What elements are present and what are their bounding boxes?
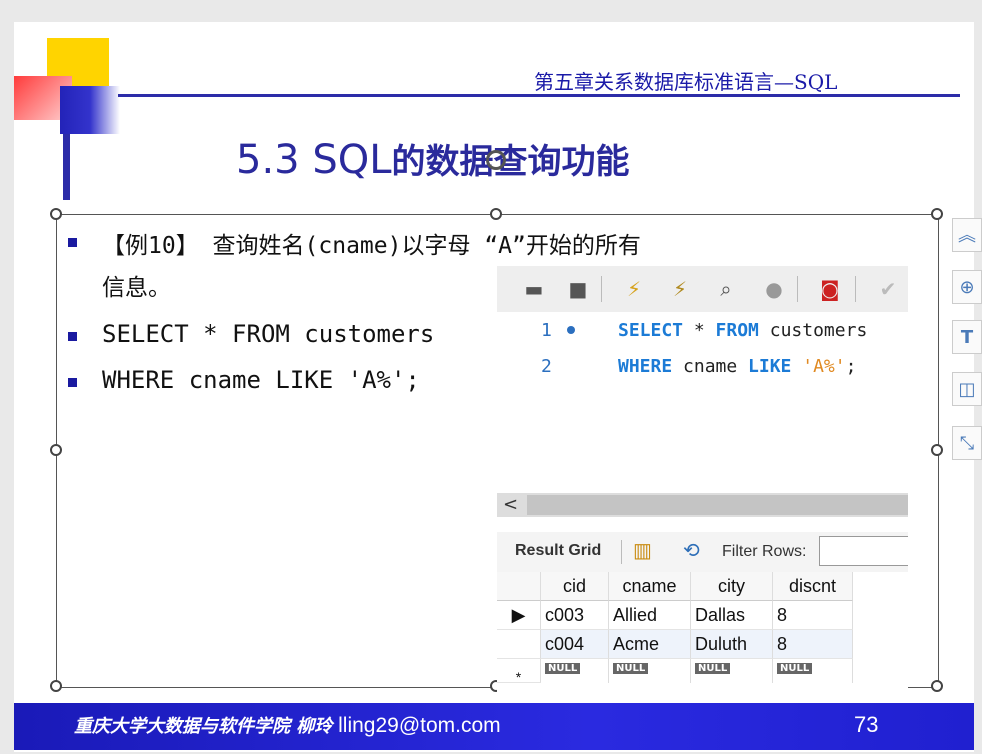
- scrollbar-thumb[interactable]: [527, 495, 908, 515]
- resize-handle-bottom-left[interactable]: [50, 680, 62, 692]
- line-number: 2: [541, 356, 552, 377]
- sql-keyword: WHERE: [618, 356, 673, 377]
- sql-editor[interactable]: 1 SELECT * FROM customers 2 WHERE cname …: [497, 312, 908, 492]
- execute-icon[interactable]: ⚡: [621, 276, 647, 302]
- crop-icon[interactable]: ⤡: [952, 426, 982, 460]
- title-suffix: 的数据查询功能: [391, 142, 630, 182]
- row-selector[interactable]: [497, 630, 541, 659]
- sql-token: *: [683, 320, 716, 341]
- bullet-text-line1: 【例10】 查询姓名(cname)以字母 “A”开始的所有: [102, 233, 641, 259]
- footer-school: 重庆大学大数据与软件学院 柳玲: [74, 716, 333, 737]
- null-badge: NULL: [545, 663, 581, 674]
- explain-icon[interactable]: ⌕: [713, 276, 739, 302]
- null-badge: NULL: [695, 663, 731, 674]
- table-cell[interactable]: 8: [773, 630, 853, 659]
- row-selector-icon[interactable]: ▶: [497, 601, 541, 630]
- sql-toolbar: ▬ ■ ⚡ ⚡ ⌕ ● ◙ ✔: [497, 266, 908, 312]
- decoration-blue-square: [60, 86, 120, 134]
- table-cell[interactable]: Acme: [609, 630, 691, 659]
- save-icon[interactable]: ■: [565, 276, 591, 302]
- sql-token: cname: [672, 356, 749, 377]
- row-header-corner: [497, 572, 541, 601]
- decoration-vertical-line: [63, 134, 70, 200]
- rotate-handle-icon[interactable]: [486, 150, 506, 170]
- table-cell[interactable]: Dallas: [691, 601, 773, 630]
- collapse-up-icon[interactable]: ︽: [952, 218, 982, 252]
- resize-handle-bottom-right[interactable]: [931, 680, 943, 692]
- resize-handle-middle-left[interactable]: [50, 444, 62, 456]
- sql-token: customers: [758, 320, 868, 341]
- stop-icon[interactable]: ●: [761, 276, 787, 302]
- resize-handle-top-center[interactable]: [490, 208, 502, 220]
- filter-rows-label: Filter Rows:: [722, 543, 807, 560]
- scroll-left-icon[interactable]: <: [503, 493, 518, 517]
- commit-icon[interactable]: ✔: [875, 276, 901, 302]
- page-number: 73: [854, 712, 879, 737]
- bullet-text: WHERE cname LIKE 'A%';: [102, 366, 420, 394]
- sql-token: ;: [845, 356, 857, 377]
- footer-credit: 重庆大学大数据与软件学院 柳玲 lling29@tom.com: [74, 712, 501, 738]
- table-cell[interactable]: Allied: [609, 601, 691, 630]
- sql-string: 'A%': [791, 356, 846, 377]
- null-cell[interactable]: NULL: [609, 659, 691, 683]
- table-cell[interactable]: 8: [773, 601, 853, 630]
- workbench-screenshot[interactable]: ▬ ■ ⚡ ⚡ ⌕ ● ◙ ✔ 1 SELECT * FROM customer…: [497, 266, 908, 706]
- horizontal-scrollbar[interactable]: <: [497, 493, 908, 517]
- chapter-header: 第五章关系数据库标准语言—SQL: [534, 70, 838, 94]
- resize-handle-middle-right[interactable]: [931, 444, 943, 456]
- toolbar-separator: [621, 540, 622, 564]
- bullet-text-line2: 信息。: [102, 275, 171, 301]
- shape-style-icon[interactable]: ◫: [952, 372, 982, 406]
- slide-footer: 重庆大学大数据与软件学院 柳玲 lling29@tom.com 73: [14, 703, 974, 750]
- null-badge: NULL: [777, 663, 813, 674]
- null-cell[interactable]: NULL: [541, 659, 609, 683]
- right-tool-panel: ︽ ⊕ T ◫ ⤡: [952, 214, 982, 494]
- filter-rows-input[interactable]: [819, 536, 908, 566]
- layout-options-icon[interactable]: ⊕: [952, 270, 982, 304]
- code-line-1: SELECT * FROM customers: [618, 320, 867, 341]
- resize-handle-top-right[interactable]: [931, 208, 943, 220]
- refresh-icon[interactable]: ⟲: [683, 538, 700, 563]
- sql-keyword: LIKE: [748, 356, 792, 377]
- column-header[interactable]: cid: [541, 572, 609, 601]
- bullet-marker-icon: [68, 238, 77, 247]
- toolbar-separator: [601, 276, 602, 302]
- title-prefix: 5.3 SQL: [236, 137, 392, 183]
- bullet-marker-icon: [68, 332, 77, 341]
- new-row-marker[interactable]: *: [497, 659, 541, 685]
- table-cell[interactable]: c004: [541, 630, 609, 659]
- null-badge: NULL: [613, 663, 649, 674]
- result-grid-tab[interactable]: Result Grid: [515, 542, 601, 560]
- column-header[interactable]: discnt: [773, 572, 853, 601]
- column-header[interactable]: city: [691, 572, 773, 601]
- table-cell[interactable]: c003: [541, 601, 609, 630]
- toggle-error-icon[interactable]: ◙: [817, 276, 843, 302]
- current-line-marker-icon: [567, 326, 575, 334]
- grid-view-icon[interactable]: ▥: [633, 538, 652, 563]
- toolbar-separator: [855, 276, 856, 302]
- header-divider: [118, 94, 960, 97]
- sql-keyword: FROM: [715, 320, 759, 341]
- column-header[interactable]: cname: [609, 572, 691, 601]
- bullet-text: SELECT * FROM customers: [102, 320, 435, 348]
- footer-email: lling29@tom.com: [338, 714, 501, 737]
- folder-icon[interactable]: ▬: [521, 276, 547, 302]
- table-cell[interactable]: Duluth: [691, 630, 773, 659]
- text-box-icon[interactable]: T: [952, 320, 982, 354]
- null-cell[interactable]: NULL: [773, 659, 853, 683]
- sql-keyword: SELECT: [618, 320, 684, 341]
- execute-current-icon[interactable]: ⚡: [667, 276, 693, 302]
- bullet-marker-icon: [68, 378, 77, 387]
- line-number: 1: [541, 320, 552, 341]
- toolbar-separator: [797, 276, 798, 302]
- slide-title[interactable]: 5.3 SQL的数据查询功能: [236, 134, 630, 183]
- resize-handle-top-left[interactable]: [50, 208, 62, 220]
- result-toolbar: Result Grid ▥ ⟲ Filter Rows:: [497, 532, 908, 572]
- code-line-2: WHERE cname LIKE 'A%';: [618, 356, 856, 377]
- null-cell[interactable]: NULL: [691, 659, 773, 683]
